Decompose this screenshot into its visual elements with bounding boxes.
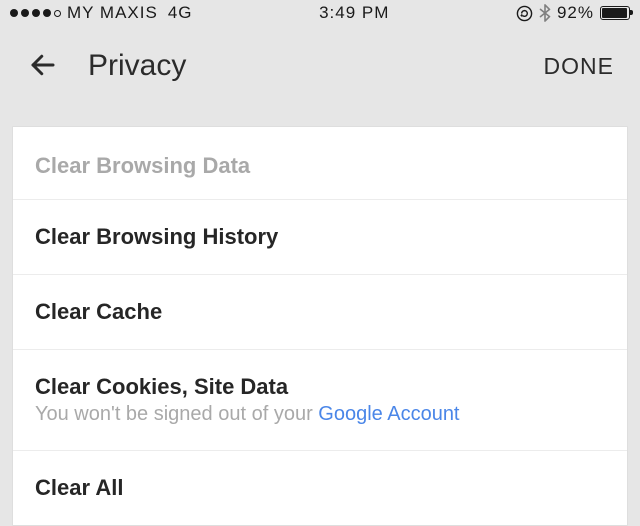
carrier-label: MY MAXIS xyxy=(67,3,158,23)
status-right: 92% xyxy=(516,3,630,23)
item-clear-browsing-history[interactable]: Clear Browsing History xyxy=(13,199,627,274)
arrow-left-icon xyxy=(28,50,58,80)
network-type-label: 4G xyxy=(168,3,193,23)
item-label: Clear Browsing History xyxy=(35,224,605,250)
item-label: Clear All xyxy=(35,475,605,501)
battery-icon xyxy=(600,6,630,20)
header-bar: Privacy DONE xyxy=(0,26,640,106)
item-clear-cookies-site-data[interactable]: Clear Cookies, Site Data You won't be si… xyxy=(13,349,627,450)
battery-percent-label: 92% xyxy=(557,3,594,23)
signal-strength-icon xyxy=(10,9,61,17)
item-clear-cache[interactable]: Clear Cache xyxy=(13,274,627,349)
item-clear-all[interactable]: Clear All xyxy=(13,450,627,525)
page-title: Privacy xyxy=(88,49,540,83)
subtext-prefix: You won't be signed out of your xyxy=(35,403,318,425)
status-time: 3:49 PM xyxy=(319,3,389,23)
item-subtext: You won't be signed out of your Google A… xyxy=(35,403,605,426)
settings-panel: Clear Browsing Data Clear Browsing Histo… xyxy=(12,126,628,526)
google-account-link[interactable]: Google Account xyxy=(318,403,459,425)
status-bar: MY MAXIS 4G 3:49 PM 92% xyxy=(0,0,640,26)
section-header-clear-browsing-data: Clear Browsing Data xyxy=(13,127,627,199)
bluetooth-icon xyxy=(539,4,551,22)
status-left: MY MAXIS 4G xyxy=(10,3,193,23)
battery-fill xyxy=(602,8,627,18)
back-button[interactable] xyxy=(22,44,64,89)
done-button[interactable]: DONE xyxy=(540,45,618,88)
rotation-lock-icon xyxy=(516,5,533,22)
item-label: Clear Cache xyxy=(35,299,605,325)
item-label: Clear Cookies, Site Data xyxy=(35,374,605,400)
